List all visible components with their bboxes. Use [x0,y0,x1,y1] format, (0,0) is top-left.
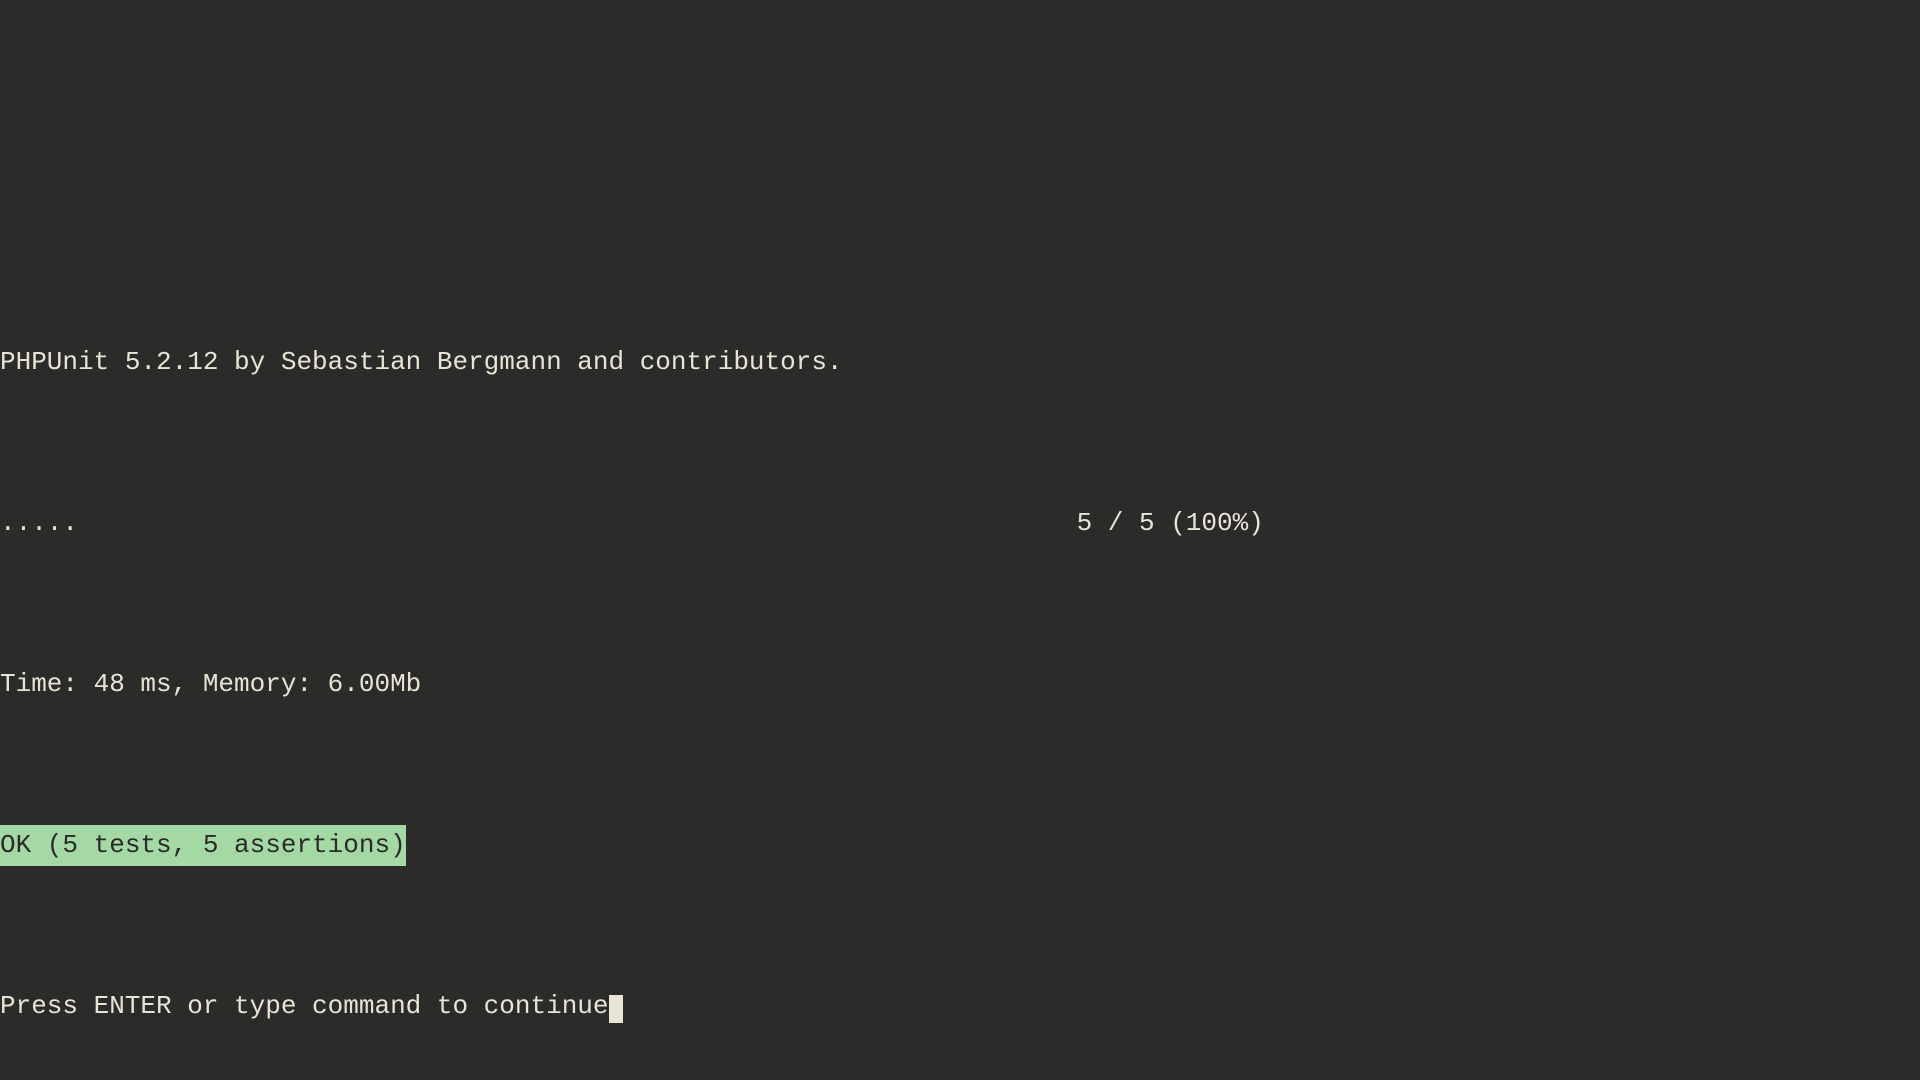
terminal-output: PHPUnit 5.2.12 by Sebastian Bergmann and… [0,301,1920,1067]
time-memory-line: Time: 48 ms, Memory: 6.00Mb [0,664,1920,704]
test-progress-line: ..... 5 / 5 (100%) [0,503,1920,543]
blank-line [0,583,1920,623]
test-dots: ..... [0,503,78,543]
blank-line [0,906,1920,946]
prompt-text: Press ENTER or type command to continue [0,991,609,1021]
progress-spacing [78,503,1077,543]
ok-status-badge: OK (5 tests, 5 assertions) [0,825,406,865]
prompt-line[interactable]: Press ENTER or type command to continue [0,986,1920,1026]
blank-line [0,745,1920,785]
cursor-icon [609,995,623,1023]
ok-status-line: OK (5 tests, 5 assertions) [0,825,1920,865]
phpunit-header: PHPUnit 5.2.12 by Sebastian Bergmann and… [0,342,1920,382]
progress-count: 5 / 5 (100%) [1077,503,1264,543]
blank-line [0,422,1920,462]
